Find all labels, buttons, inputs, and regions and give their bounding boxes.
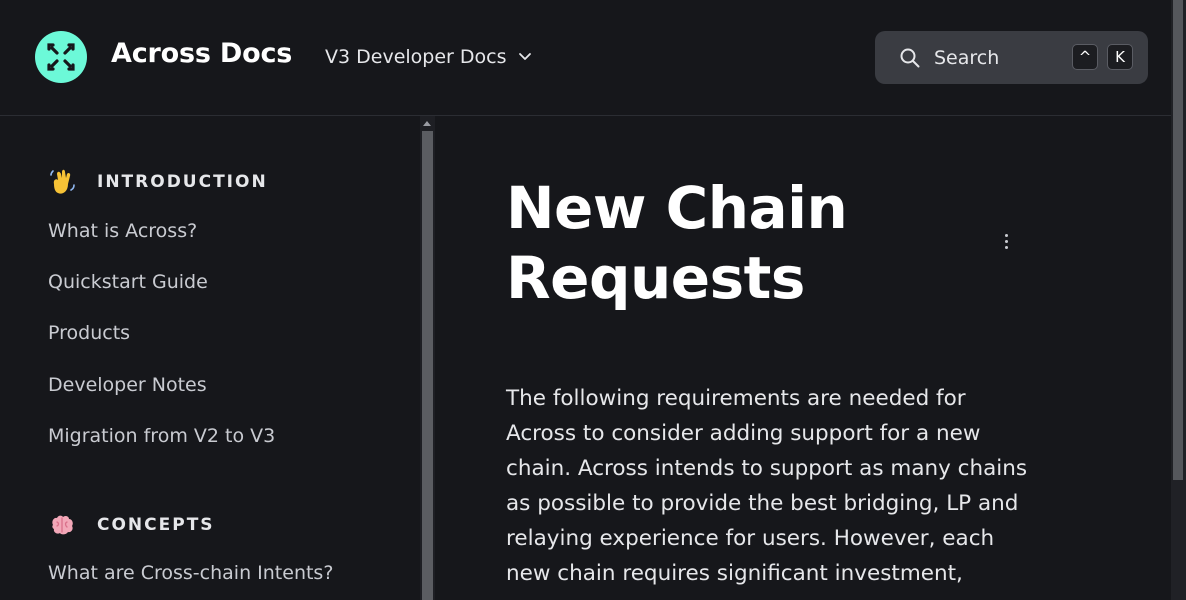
search-label: Search <box>934 47 1000 69</box>
page-scroll-thumb[interactable] <box>1173 0 1183 480</box>
chevron-down-icon <box>519 53 532 60</box>
search-icon <box>900 48 920 68</box>
sidebar: INTRODUCTION What is Across? Quickstart … <box>0 116 420 600</box>
section-header-concepts[interactable]: CONCEPTS <box>48 511 215 539</box>
version-label: V3 Developer Docs <box>325 46 507 68</box>
sidebar-item-products[interactable]: Products <box>48 322 130 344</box>
version-dropdown[interactable]: V3 Developer Docs <box>325 46 532 68</box>
section-label: CONCEPTS <box>97 515 215 535</box>
sidebar-item-developer-notes[interactable]: Developer Notes <box>48 374 207 396</box>
main-content: New Chain Requests The following require… <box>436 116 1171 600</box>
page-title: New Chain Requests <box>506 174 848 312</box>
sidebar-item-migration[interactable]: Migration from V2 to V3 <box>48 425 275 447</box>
waving-hand-icon <box>48 168 76 196</box>
page-scrollbar[interactable] <box>1171 0 1186 600</box>
more-options-icon[interactable] <box>1002 234 1010 254</box>
sidebar-item-quickstart-guide[interactable]: Quickstart Guide <box>48 271 208 293</box>
section-label: INTRODUCTION <box>97 172 268 192</box>
site-title[interactable]: Across Docs <box>111 38 292 69</box>
across-logo-icon[interactable] <box>35 31 87 83</box>
sidebar-scrollbar[interactable] <box>420 116 435 600</box>
shortcut-key-k: K <box>1107 44 1133 70</box>
brain-icon <box>48 511 76 539</box>
sidebar-scroll-thumb[interactable] <box>422 131 433 600</box>
top-header: Across Docs V3 Developer Docs Search ^ K <box>0 0 1171 116</box>
scroll-up-arrow-icon[interactable] <box>423 121 431 126</box>
section-header-introduction[interactable]: INTRODUCTION <box>48 168 268 196</box>
sidebar-item-cross-chain-intents[interactable]: What are Cross-chain Intents? <box>48 562 333 584</box>
page-body-text: The following requirements are needed fo… <box>506 386 1028 586</box>
search-button[interactable]: Search ^ K <box>875 31 1148 84</box>
sidebar-item-what-is-across[interactable]: What is Across? <box>48 220 197 242</box>
shortcut-key-ctrl: ^ <box>1072 44 1098 70</box>
